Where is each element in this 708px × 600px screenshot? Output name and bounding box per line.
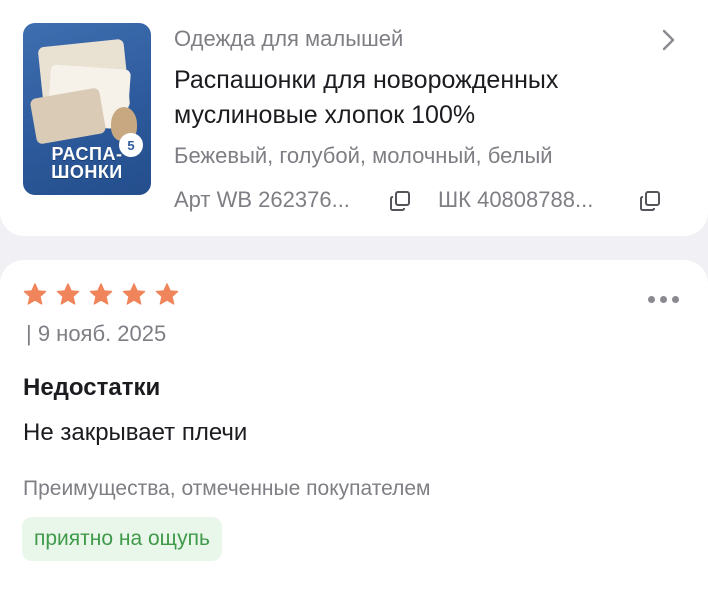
image-title: РАСПА- ШОНКИ [29, 145, 145, 181]
copy-icon[interactable] [388, 189, 412, 213]
star-icon [89, 283, 113, 305]
product-title[interactable]: Распашонки для новорожденных муслиновые … [174, 63, 644, 133]
star-icon [122, 283, 146, 305]
garment-shape [29, 87, 107, 145]
more-dots-icon[interactable] [648, 296, 679, 303]
drawbacks-text: Не закрывает плечи [23, 419, 248, 446]
chevron-right-icon[interactable] [656, 28, 680, 52]
article-number: Арт WB 262376... [174, 187, 350, 212]
product-image[interactable]: 5 РАСПА- ШОНКИ [23, 23, 151, 195]
dot [648, 296, 655, 303]
review-date: | 9 нояб. 2025 [26, 321, 167, 346]
star-icon [23, 283, 47, 305]
barcode-number: ШК 40808788... [438, 187, 594, 212]
image-title-line: РАСПА- [51, 144, 123, 164]
drawbacks-heading: Недостатки [23, 374, 161, 401]
product-card[interactable]: 5 РАСПА- ШОНКИ Одежда для малышей Распаш… [0, 0, 708, 236]
dot [660, 296, 667, 303]
advantages-heading: Преимущества, отмеченные покупателем [23, 477, 431, 500]
rating-stars [22, 282, 180, 308]
image-title-line: ШОНКИ [51, 162, 123, 182]
copy-icon[interactable] [638, 189, 662, 213]
star-icon [155, 283, 179, 305]
star-icon [56, 283, 80, 305]
advantage-tag: приятно на ощупь [22, 517, 222, 561]
product-colors: Бежевый, голубой, молочный, белый [174, 143, 553, 168]
dot [672, 296, 679, 303]
product-category: Одежда для малышей [174, 26, 404, 51]
